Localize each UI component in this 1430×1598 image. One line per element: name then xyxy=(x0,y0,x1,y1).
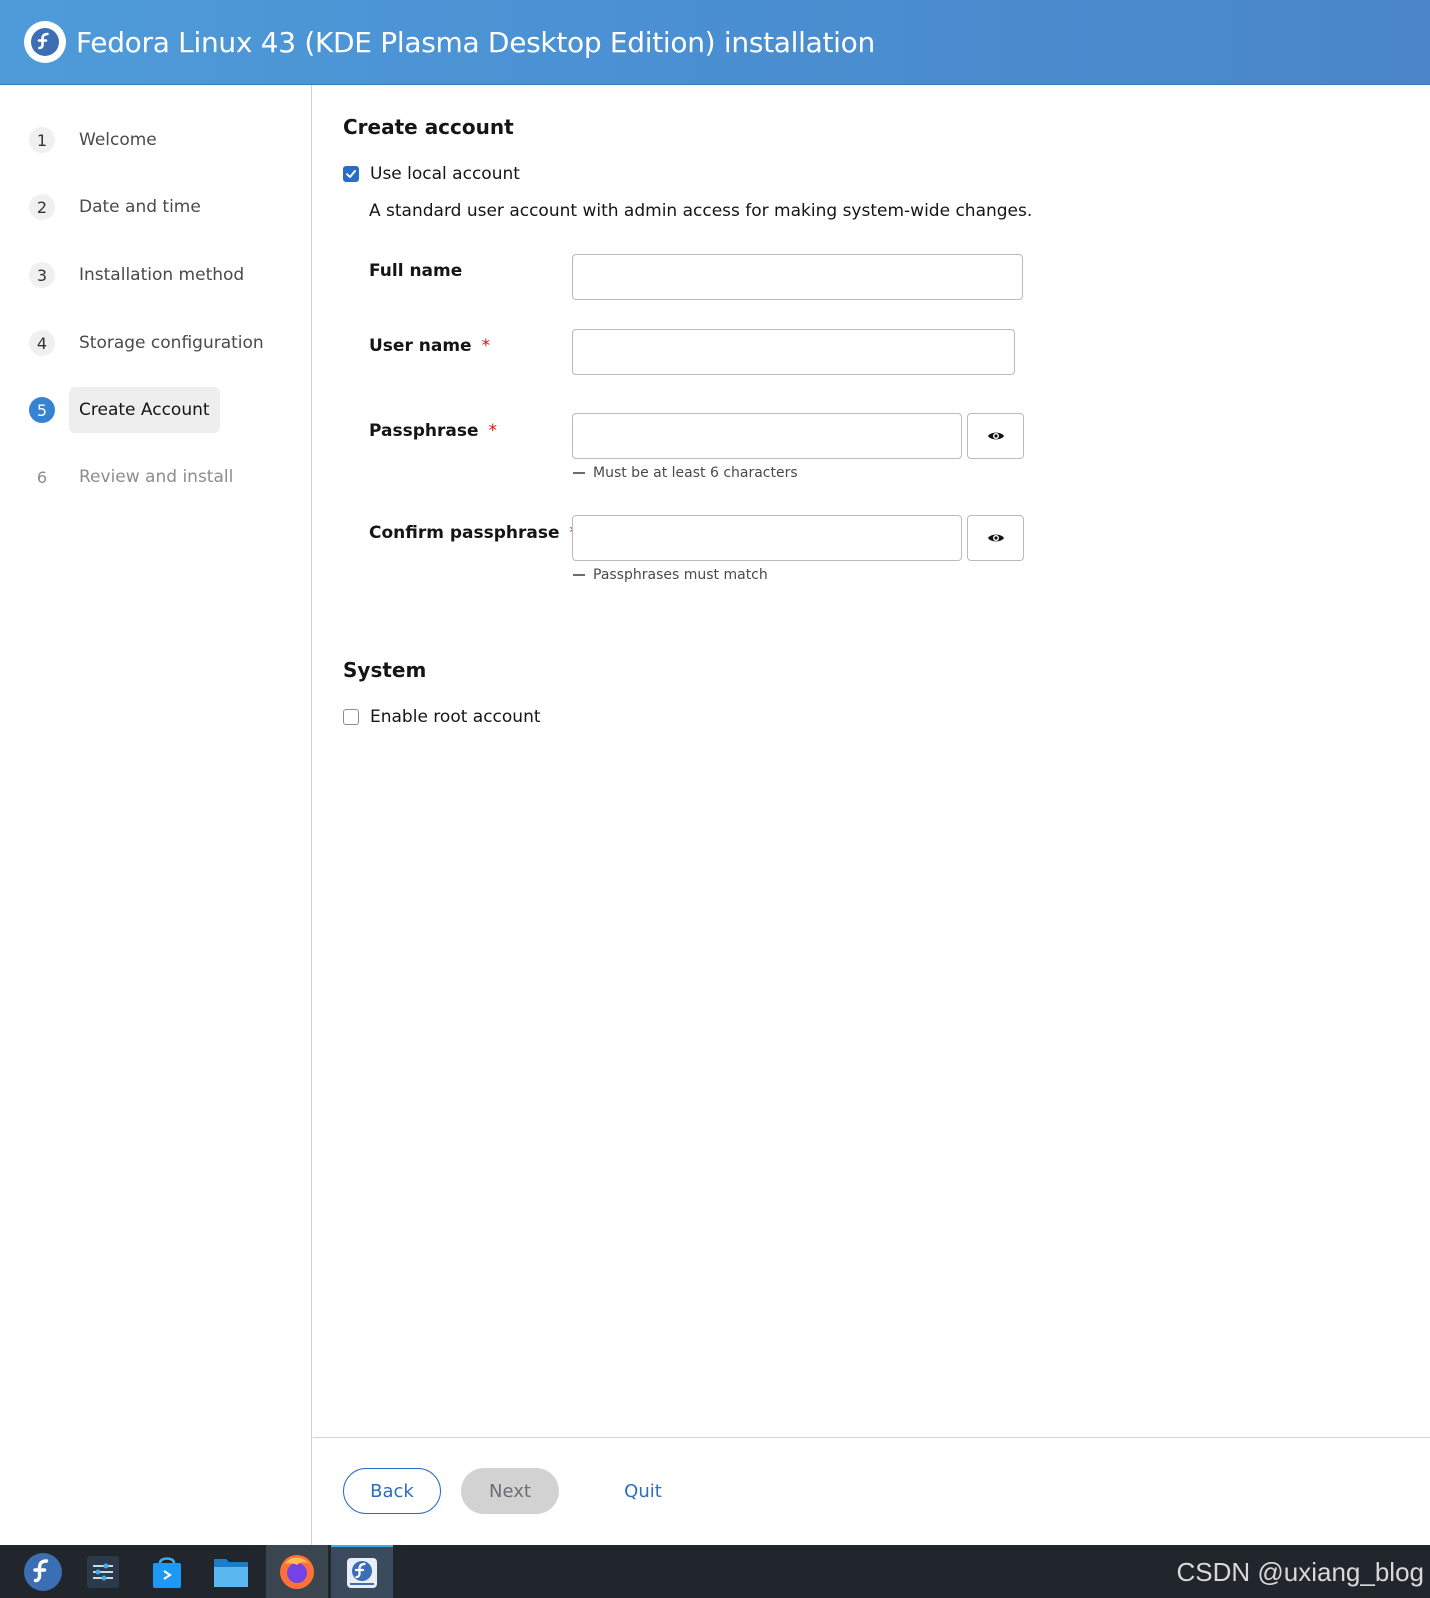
full-name-input[interactable] xyxy=(572,254,1023,300)
step-date-and-time[interactable]: 2 Date and time xyxy=(29,184,211,230)
required-marker: * xyxy=(481,336,491,356)
step-label: Installation method xyxy=(79,265,245,285)
discover-store-icon[interactable] xyxy=(136,1545,198,1598)
user-name-input[interactable] xyxy=(572,329,1015,375)
step-number: 6 xyxy=(36,467,48,487)
anaconda-installer-icon[interactable] xyxy=(331,1545,393,1598)
confirm-passphrase-label: Confirm passphrase* xyxy=(369,523,578,543)
step-create-account[interactable]: 5 Create Account xyxy=(29,387,220,433)
app-header: Fedora Linux 43 (KDE Plasma Desktop Edit… xyxy=(0,0,1430,85)
checkbox-checked-icon[interactable] xyxy=(343,166,359,182)
fedora-logo-icon xyxy=(24,21,66,63)
fedora-launcher-icon[interactable] xyxy=(12,1545,74,1598)
next-button[interactable]: Next xyxy=(461,1468,559,1514)
passphrase-helper: Must be at least 6 characters xyxy=(573,465,798,481)
passphrase-input[interactable] xyxy=(572,413,962,459)
show-passphrase-button[interactable] xyxy=(967,413,1024,459)
page-title: Fedora Linux 43 (KDE Plasma Desktop Edit… xyxy=(76,25,875,59)
use-local-account-checkbox[interactable]: Use local account xyxy=(343,164,520,184)
confirm-passphrase-helper: Passphrases must match xyxy=(573,567,768,583)
checkbox-unchecked-icon[interactable] xyxy=(343,709,359,725)
step-label: Date and time xyxy=(79,197,201,217)
confirm-passphrase-helper-text: Passphrases must match xyxy=(593,567,768,583)
eye-icon xyxy=(987,534,1004,542)
taskbar: CSDN @uxiang_blog xyxy=(0,1545,1430,1598)
csdn-watermark: CSDN @uxiang_blog xyxy=(1176,1557,1424,1587)
create-account-heading: Create account xyxy=(343,115,514,139)
full-name-label: Full name xyxy=(369,261,463,281)
enable-root-account-checkbox[interactable]: Enable root account xyxy=(343,707,541,727)
step-welcome[interactable]: 1 Welcome xyxy=(29,117,167,163)
step-number: 5 xyxy=(29,397,55,423)
dash-icon xyxy=(573,472,585,474)
show-confirm-passphrase-button[interactable] xyxy=(967,515,1024,561)
passphrase-label-text: Passphrase xyxy=(369,421,479,441)
wizard-footer: Back Next Quit xyxy=(313,1437,1430,1545)
step-label: Storage configuration xyxy=(79,333,264,353)
main-content: Create account Use local account A stand… xyxy=(313,85,1430,1437)
eye-icon xyxy=(987,432,1004,440)
step-storage-configuration[interactable]: 4 Storage configuration xyxy=(29,320,274,366)
file-manager-icon[interactable] xyxy=(200,1545,262,1598)
system-settings-icon[interactable] xyxy=(72,1545,134,1598)
user-name-label-text: User name xyxy=(369,336,472,356)
step-label: Welcome xyxy=(79,130,157,150)
local-account-description: A standard user account with admin acces… xyxy=(369,201,1033,221)
quit-button[interactable]: Quit xyxy=(603,1468,683,1514)
back-button[interactable]: Back xyxy=(343,1468,441,1514)
step-installation-method[interactable]: 3 Installation method xyxy=(29,252,254,298)
step-label: Create Account xyxy=(69,387,220,433)
confirm-passphrase-label-text: Confirm passphrase xyxy=(369,523,560,543)
steps-sidebar: 1 Welcome 2 Date and time 3 Installation… xyxy=(0,85,312,1545)
step-number: 3 xyxy=(29,262,55,288)
step-label: Review and install xyxy=(79,467,234,487)
firefox-icon[interactable] xyxy=(266,1545,328,1598)
step-number: 1 xyxy=(29,127,55,153)
step-number: 2 xyxy=(29,194,55,220)
system-heading: System xyxy=(343,658,427,682)
enable-root-account-label: Enable root account xyxy=(370,707,541,727)
dash-icon xyxy=(573,574,585,576)
required-marker: * xyxy=(488,421,498,441)
passphrase-label: Passphrase * xyxy=(369,421,497,441)
user-name-label: User name * xyxy=(369,336,490,356)
passphrase-helper-text: Must be at least 6 characters xyxy=(593,465,798,481)
step-number: 4 xyxy=(29,330,55,356)
use-local-account-label: Use local account xyxy=(370,164,520,184)
step-review-and-install: 6 Review and install xyxy=(29,454,243,500)
confirm-passphrase-input[interactable] xyxy=(572,515,962,561)
